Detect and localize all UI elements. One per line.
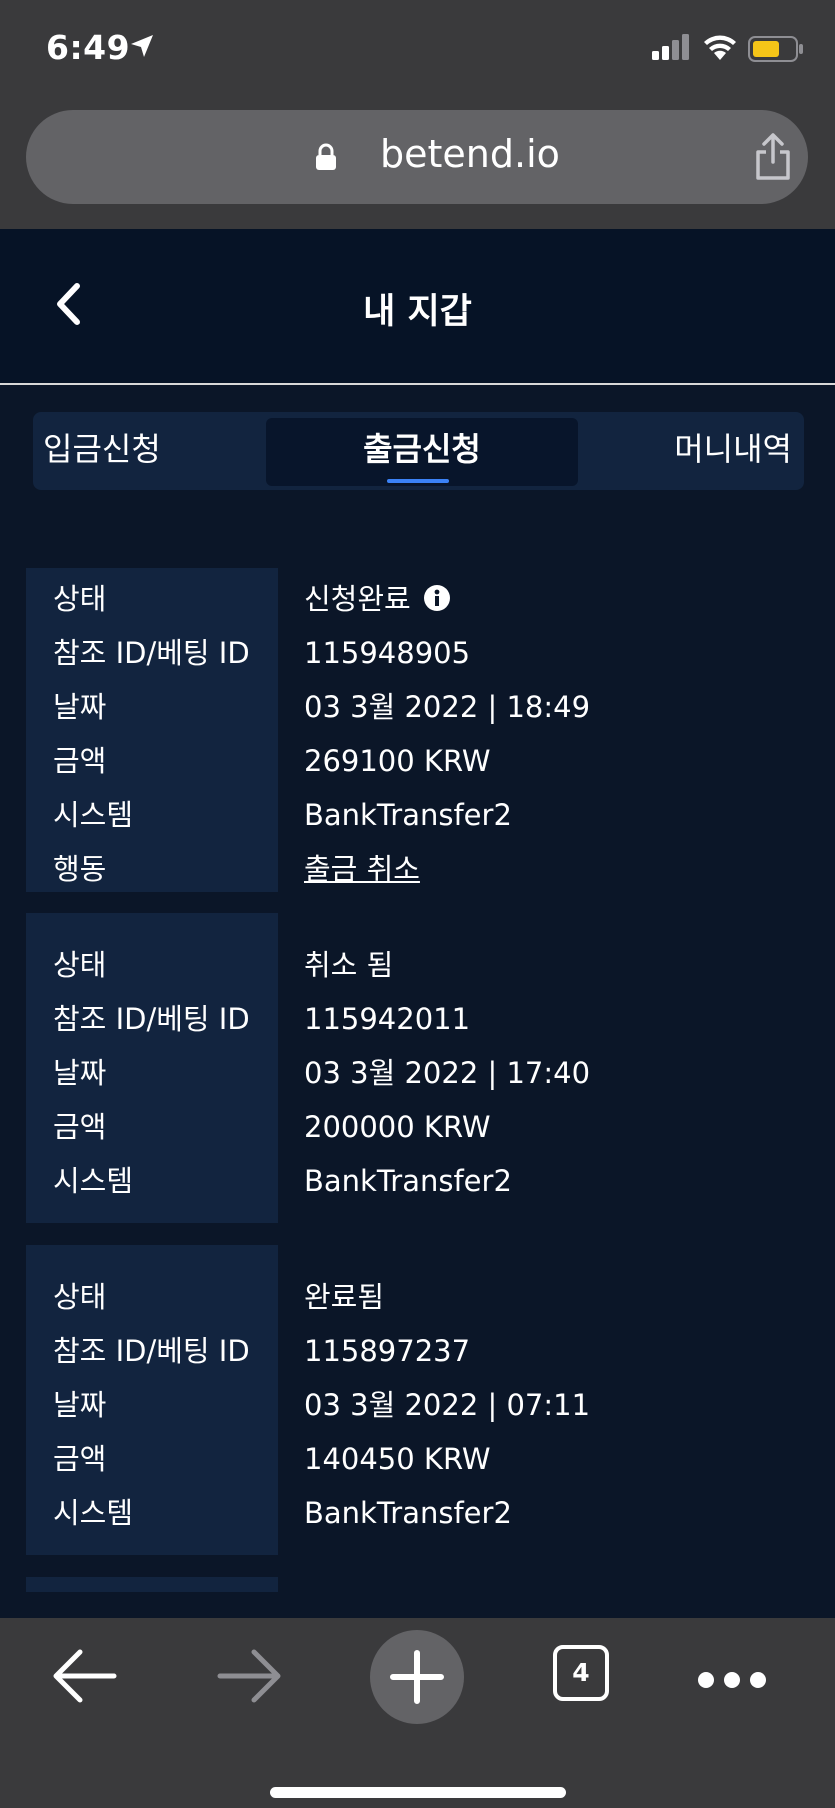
date-value: 03 3월 2022 | 07:11: [304, 1388, 591, 1422]
status-row: 상태 신청완료: [26, 572, 806, 626]
tab-deposit-request[interactable]: 입금신청: [43, 412, 161, 490]
browser-toolbar: betend.io: [0, 105, 835, 229]
reference-id-label: 참조 ID/베팅 ID: [53, 1002, 250, 1036]
amount-row: 금액 269100 KRW: [26, 734, 806, 788]
reference-row: 참조 ID/베팅 ID 115897237: [26, 1324, 806, 1378]
system-label: 시스템: [53, 798, 134, 832]
new-tab-button[interactable]: [370, 1630, 464, 1724]
date-label: 날짜: [53, 1056, 107, 1090]
amount-label: 금액: [53, 1110, 107, 1144]
amount-label: 금액: [53, 744, 107, 778]
more-options-icon[interactable]: [697, 1670, 767, 1690]
url-text[interactable]: betend.io: [380, 132, 560, 176]
date-label: 날짜: [53, 690, 107, 724]
status-text: 신청완료: [304, 582, 411, 616]
amount-label: 금액: [53, 1442, 107, 1476]
date-value: 03 3월 2022 | 18:49: [304, 690, 591, 724]
reference-id-value: 115948905: [304, 636, 471, 670]
label-panel: [26, 1577, 278, 1592]
page-title: 내 지갑: [363, 292, 472, 332]
reference-id-value: 115942011: [304, 1002, 471, 1036]
withdrawal-record: 상태 완료됨 참조 ID/베팅 ID 115897237 날짜 03 3월 20…: [26, 1245, 806, 1555]
wallet-tabs: 입금신청 출금신청 머니내역: [33, 412, 804, 490]
tab-withdrawal-request[interactable]: 출금신청: [266, 418, 578, 486]
status-value: 취소 됨: [304, 948, 394, 982]
back-arrow-icon[interactable]: [50, 1646, 118, 1706]
forward-arrow-icon[interactable]: [216, 1646, 284, 1706]
date-label: 날짜: [53, 1388, 107, 1422]
reference-id-label: 참조 ID/베팅 ID: [53, 1334, 250, 1368]
active-tab-indicator: [387, 479, 449, 483]
status-row: 상태 완료됨: [26, 1270, 806, 1324]
info-icon[interactable]: [423, 584, 451, 612]
plus-icon: [390, 1650, 444, 1704]
reference-row: 참조 ID/베팅 ID 115942011: [26, 992, 806, 1046]
withdrawal-record-partial: [26, 1577, 806, 1592]
cellular-signal-icon: [652, 34, 689, 60]
wifi-icon: [704, 35, 736, 60]
system-row: 시스템 BankTransfer2: [26, 1154, 806, 1208]
amount-value: 269100 KRW: [304, 744, 491, 778]
status-value: 완료됨: [304, 1280, 385, 1314]
app-header: 내 지갑: [0, 229, 835, 385]
home-indicator: [270, 1787, 566, 1798]
browser-bottom-toolbar: 4: [0, 1618, 835, 1808]
tab-withdrawal-label: 출금신청: [363, 430, 481, 468]
system-row: 시스템 BankTransfer2: [26, 1486, 806, 1540]
battery-icon: [748, 36, 803, 62]
status-label: 상태: [53, 1280, 107, 1314]
date-row: 날짜 03 3월 2022 | 18:49: [26, 680, 806, 734]
system-value: BankTransfer2: [304, 1164, 512, 1198]
system-value: BankTransfer2: [304, 798, 512, 832]
address-bar[interactable]: betend.io: [26, 110, 808, 204]
system-value: BankTransfer2: [304, 1496, 512, 1530]
action-label: 행동: [53, 852, 107, 886]
date-row: 날짜 03 3월 2022 | 07:11: [26, 1378, 806, 1432]
amount-row: 금액 140450 KRW: [26, 1432, 806, 1486]
lock-icon: [316, 143, 336, 170]
amount-value: 140450 KRW: [304, 1442, 491, 1476]
system-row: 시스템 BankTransfer2: [26, 788, 806, 842]
status-label: 상태: [53, 948, 107, 982]
date-row: 날짜 03 3월 2022 | 17:40: [26, 1046, 806, 1100]
reference-id-value: 115897237: [304, 1334, 471, 1368]
amount-row: 금액 200000 KRW: [26, 1100, 806, 1154]
amount-value: 200000 KRW: [304, 1110, 491, 1144]
cancel-withdrawal-link[interactable]: 출금 취소: [304, 842, 420, 896]
status-bar: 6:49: [0, 0, 835, 105]
location-arrow-icon: [131, 35, 153, 57]
reference-row: 참조 ID/베팅 ID 115948905: [26, 626, 806, 680]
action-row: 행동 출금 취소: [26, 842, 806, 896]
status-row: 상태 취소 됨: [26, 938, 806, 992]
withdrawal-record: 상태 신청완료 참조 ID/베팅 ID 115948905 날짜 03 3월 2…: [26, 568, 806, 892]
system-label: 시스템: [53, 1164, 134, 1198]
tabs-button[interactable]: 4: [553, 1645, 609, 1701]
status-time: 6:49: [46, 28, 131, 67]
date-value: 03 3월 2022 | 17:40: [304, 1056, 591, 1090]
share-icon[interactable]: [753, 132, 793, 182]
withdrawal-record: 상태 취소 됨 참조 ID/베팅 ID 115942011 날짜 03 3월 2…: [26, 913, 806, 1223]
system-label: 시스템: [53, 1496, 134, 1530]
reference-id-label: 참조 ID/베팅 ID: [53, 636, 250, 670]
status-label: 상태: [53, 582, 107, 616]
tab-money-history[interactable]: 머니내역: [674, 412, 792, 490]
status-value: 신청완료: [304, 572, 451, 626]
